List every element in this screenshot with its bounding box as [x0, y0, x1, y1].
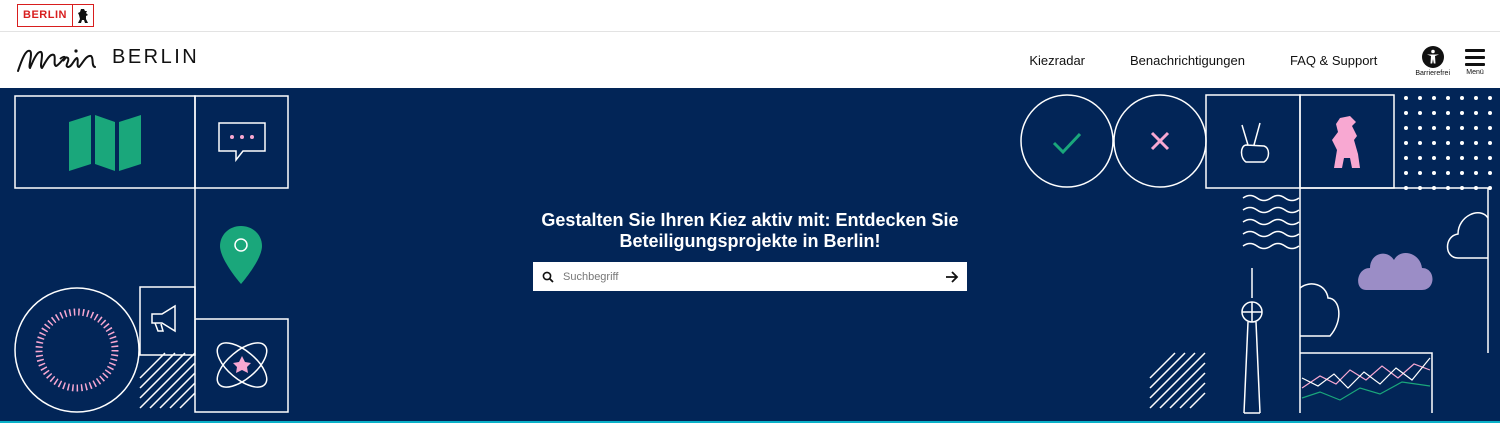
megaphone-icon — [151, 304, 176, 333]
berlin-badge-label: BERLIN — [23, 9, 67, 21]
berlin-badge-link[interactable]: BERLIN — [17, 4, 94, 27]
cloud-outline-icon-1 — [1446, 212, 1489, 259]
site-header: BERLIN Kiezradar Benachrichtigungen FAQ … — [0, 32, 1500, 90]
hatch-pattern-right — [1149, 352, 1206, 409]
hero-left-illustration — [14, 95, 289, 413]
hatch-pattern — [139, 352, 196, 409]
nav-benachrichtigungen[interactable]: Benachrichtigungen — [1130, 53, 1245, 68]
bear-icon — [71, 5, 93, 26]
tv-tower-icon — [1241, 268, 1263, 414]
top-bar: BERLIN — [0, 0, 1500, 32]
map-icon — [69, 115, 141, 171]
dashed-ring — [35, 308, 119, 392]
location-pin-icon — [220, 226, 262, 284]
arrow-right-icon — [946, 270, 959, 283]
accessibility-icon — [1421, 45, 1444, 68]
search-icon — [537, 271, 559, 283]
search-bar — [533, 262, 967, 291]
mein-script-logo — [17, 49, 96, 72]
menu-label: Menü — [1466, 68, 1484, 76]
mein-berlin-logo[interactable]: BERLIN — [16, 41, 199, 75]
nav-faq-support[interactable]: FAQ & Support — [1290, 53, 1377, 68]
hero-right-illustration — [1020, 94, 1492, 414]
nav-kiezradar[interactable]: Kiezradar — [1029, 53, 1085, 68]
cloud-outline-icon-2 — [1299, 283, 1340, 337]
logo-berlin-text: BERLIN — [112, 46, 200, 68]
search-input[interactable] — [559, 262, 937, 291]
atom-star-icon — [216, 342, 268, 388]
cross-icon — [1150, 131, 1170, 151]
hero-section: Gestalten Sie Ihren Kiez aktiv mit: Entd… — [0, 88, 1500, 423]
berlin-bear-icon — [1332, 116, 1360, 168]
menu-button[interactable]: Menü — [1464, 46, 1486, 76]
line-chart-icon — [1301, 357, 1431, 401]
peace-hand-icon — [1240, 122, 1270, 163]
search-submit-button[interactable] — [937, 262, 967, 291]
waves-icon — [1242, 194, 1300, 250]
hamburger-menu-icon — [1465, 48, 1485, 66]
dot-grid — [1404, 96, 1492, 190]
main-nav: Kiezradar Benachrichtigungen FAQ & Suppo… — [1029, 32, 1500, 89]
chat-bubble-icon — [218, 122, 266, 163]
accessibility-button[interactable]: Barrierefrei — [1415, 45, 1450, 77]
hero-title: Gestalten Sie Ihren Kiez aktiv mit: Entd… — [541, 210, 959, 251]
checkmark-icon — [1052, 132, 1082, 155]
accessibility-label: Barrierefrei — [1415, 69, 1450, 77]
cloud-filled-icon — [1358, 253, 1433, 290]
